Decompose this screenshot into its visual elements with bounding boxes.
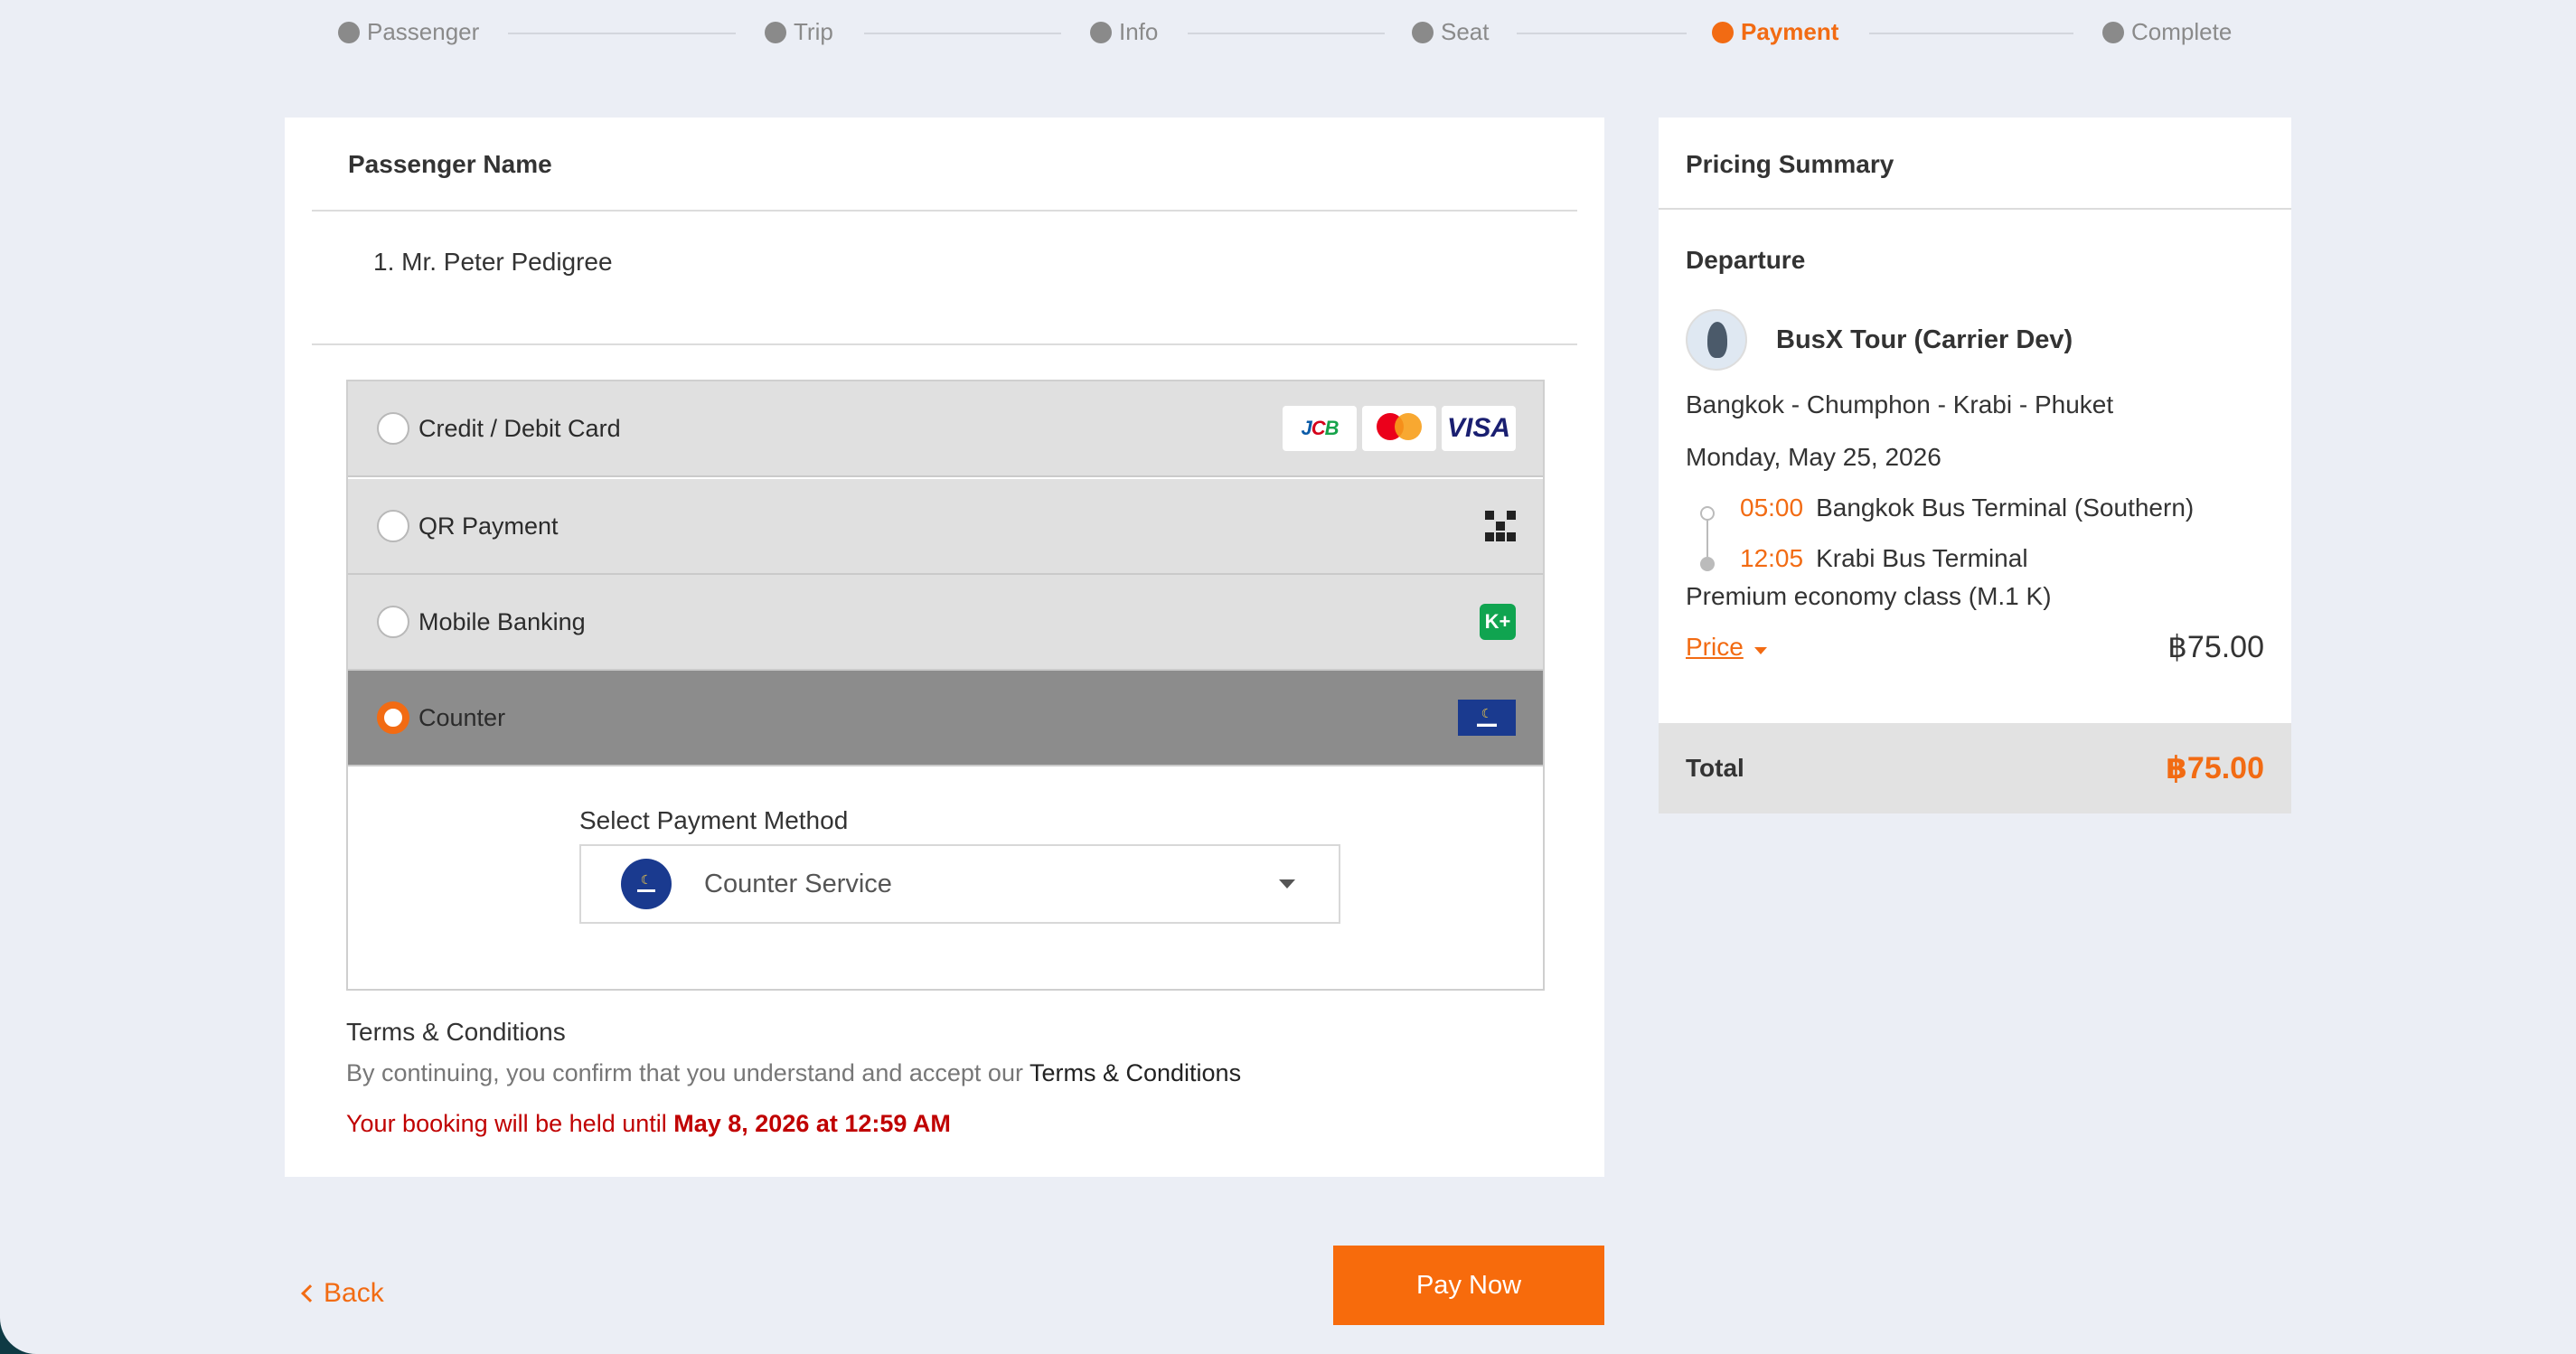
step-trip: Trip: [765, 18, 833, 46]
total-bar: Total ฿75.00: [1659, 723, 2291, 813]
payment-option-label: Counter: [418, 703, 506, 731]
seat-class: Premium economy class (M.1 K): [1686, 582, 2052, 610]
step-info: Info: [1090, 18, 1158, 46]
carrier-name: BusX Tour (Carrier Dev): [1776, 325, 2073, 354]
pricing-summary-card: Pricing Summary Departure BusX Tour (Car…: [1659, 118, 2291, 813]
step-dot-icon: [1412, 21, 1434, 43]
step-dot-icon: [765, 21, 786, 43]
jcb-icon: JCB: [1283, 406, 1357, 451]
price-toggle[interactable]: Price: [1686, 633, 1744, 662]
step-connector: [508, 33, 736, 34]
total-label: Total: [1686, 754, 1744, 782]
route: Bangkok - Chumphon - Krabi - Phuket: [1686, 390, 2114, 418]
terms-link[interactable]: Terms & Conditions: [1029, 1059, 1241, 1086]
divider: [312, 210, 1577, 212]
step-label: Payment: [1741, 18, 1839, 45]
payment-method-value: Counter Service: [704, 869, 892, 898]
payment-option-counter[interactable]: Counter ☾ ▬▬: [348, 671, 1543, 766]
back-button[interactable]: Back: [301, 1278, 384, 1309]
step-complete: Complete: [2102, 18, 2232, 46]
counter-service-icon: ☾ ▬▬: [621, 859, 672, 909]
chevron-down-icon: [1279, 879, 1295, 889]
step-connector: [1188, 33, 1385, 34]
step-connector: [1517, 33, 1687, 34]
step-payment: Payment: [1712, 18, 1838, 46]
progress-steps: Passenger Trip Info Seat Payment Complet…: [0, 13, 2576, 49]
step-label: Passenger: [367, 18, 480, 45]
hold-deadline: May 8, 2026 at 12:59 AM: [673, 1110, 951, 1137]
kplus-icon: K+: [1480, 604, 1516, 640]
passenger-name-title: Passenger Name: [348, 150, 552, 178]
step-dot-icon: [1712, 21, 1734, 43]
departure-stop: 05:00 Bangkok Bus Terminal (Southern): [1740, 494, 2195, 522]
payment-option-label: Credit / Debit Card: [418, 414, 621, 442]
step-seat: Seat: [1412, 18, 1490, 46]
payment-option-credit-card[interactable]: Credit / Debit Card JCB VISA: [348, 381, 1543, 477]
caret-down-icon[interactable]: [1754, 647, 1767, 654]
step-label: Seat: [1441, 18, 1490, 45]
step-dot-icon: [2102, 21, 2124, 43]
step-dot-icon: [1090, 21, 1112, 43]
step-label: Info: [1119, 18, 1159, 45]
step-connector: [864, 33, 1061, 34]
step-label: Trip: [794, 18, 833, 45]
mastercard-icon: [1362, 406, 1436, 451]
payment-options: Credit / Debit Card JCB VISA QR Payment: [346, 380, 1545, 991]
payment-page: Passenger Trip Info Seat Payment Complet…: [0, 0, 2576, 1354]
pay-now-button[interactable]: Pay Now: [1333, 1246, 1604, 1325]
divider: [312, 343, 1577, 345]
passenger-item: 1. Mr. Peter Pedigree: [373, 248, 613, 276]
booking-hold-notice: Your booking will be held until May 8, 2…: [346, 1110, 951, 1137]
select-payment-method-label: Select Payment Method: [579, 806, 849, 834]
step-dot-icon: [338, 21, 360, 43]
step-label: Complete: [2131, 18, 2233, 45]
carrier-logo-icon: [1686, 309, 1747, 371]
chevron-left-icon: [301, 1284, 319, 1302]
booking-card: Passenger Name 1. Mr. Peter Pedigree Cre…: [285, 118, 1604, 1177]
divider: [1659, 208, 2291, 210]
price-value: ฿75.00: [2167, 630, 2264, 664]
payment-option-label: QR Payment: [418, 512, 559, 540]
arrival-stop: 12:05 Krabi Bus Terminal: [1740, 544, 2028, 572]
radio-button[interactable]: [377, 606, 409, 638]
payment-option-label: Mobile Banking: [418, 607, 586, 635]
timeline-end-icon: [1700, 557, 1715, 571]
payment-option-qr[interactable]: QR Payment: [348, 479, 1543, 575]
timeline-line: [1706, 521, 1708, 557]
radio-button-selected[interactable]: [377, 701, 409, 734]
terms-title: Terms & Conditions: [346, 1018, 566, 1046]
visa-icon: VISA: [1442, 406, 1516, 451]
timeline-start-icon: [1700, 506, 1715, 521]
step-passenger: Passenger: [338, 18, 479, 46]
departure-label: Departure: [1686, 246, 1806, 274]
travel-date: Monday, May 25, 2026: [1686, 443, 1941, 471]
counter-service-icon: ☾ ▬▬: [1458, 700, 1516, 736]
payment-method-select[interactable]: ☾ ▬▬ Counter Service: [579, 844, 1340, 924]
qr-code-icon: [1485, 511, 1516, 541]
terms-text: By continuing, you confirm that you unde…: [346, 1059, 1242, 1086]
step-connector: [1869, 33, 2073, 34]
payment-option-mobile-banking[interactable]: Mobile Banking K+: [348, 575, 1543, 671]
pricing-summary-title: Pricing Summary: [1686, 150, 1894, 178]
radio-button[interactable]: [377, 412, 409, 445]
radio-button[interactable]: [377, 510, 409, 542]
total-value: ฿75.00: [2166, 751, 2264, 785]
